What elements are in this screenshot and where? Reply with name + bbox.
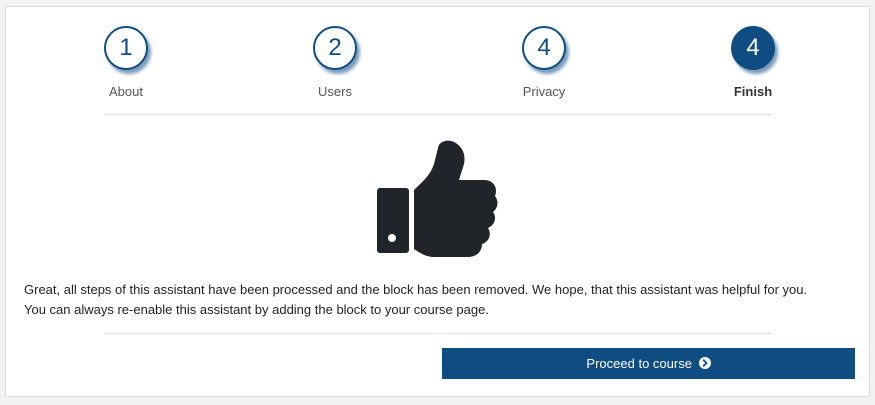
proceed-to-course-button[interactable]: Proceed to course [442, 348, 855, 379]
step-number: 4 [731, 26, 775, 70]
step-privacy: 4 Privacy [484, 26, 604, 99]
top-divider [105, 114, 772, 115]
step-number: 4 [522, 26, 566, 70]
step-label: Privacy [522, 84, 566, 99]
wizard-steps: 1 About 2 Users 4 Privacy 4 Finish [6, 7, 869, 117]
step-about: 1 About [66, 26, 186, 99]
step-label: Finish [733, 84, 773, 99]
step-finish: 4 Finish [693, 26, 813, 99]
chevron-circle-right-icon [698, 357, 711, 369]
completion-text-line2: You can always re-enable this assistant … [24, 302, 489, 317]
proceed-button-label: Proceed to course [586, 356, 692, 371]
step-number: 2 [313, 26, 357, 70]
step-label: About [109, 84, 143, 99]
step-label: Users [318, 84, 352, 99]
thumbs-up-icon [377, 140, 498, 257]
completion-text-line1: Great, all steps of this assistant have … [24, 282, 808, 297]
step-number: 1 [104, 26, 148, 70]
bottom-divider [105, 333, 772, 334]
wizard-card: 1 About 2 Users 4 Privacy 4 Finish Great… [5, 6, 870, 397]
completion-message: Great, all steps of this assistant have … [24, 280, 864, 320]
step-users: 2 Users [275, 26, 395, 99]
